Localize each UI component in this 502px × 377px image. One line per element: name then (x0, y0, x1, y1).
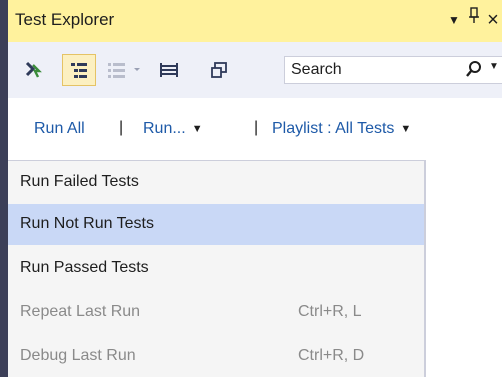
menu-item-label: Run Passed Tests (20, 259, 149, 276)
search-box: ▼ (284, 56, 502, 84)
group-by-flat-icon[interactable] (104, 54, 152, 86)
menu-item-shortcut: Ctrl+R, D (298, 347, 365, 364)
menu-item-debug-last-run[interactable]: Debug Last Run Ctrl+R, D (8, 336, 424, 377)
copy-window-icon[interactable] (206, 54, 232, 86)
run-all-link[interactable]: Run All (34, 120, 85, 138)
chevron-down-icon: ▼ (191, 123, 203, 135)
run-label: Run... (143, 120, 186, 137)
chevron-down-icon: ▼ (400, 123, 412, 135)
left-frame-strip (0, 0, 8, 377)
close-icon[interactable]: × (484, 6, 502, 34)
window-position-dropdown-icon[interactable]: ▼ (444, 6, 464, 34)
menu-item-label: Repeat Last Run (20, 303, 141, 320)
menu-item-run-failed-tests[interactable]: Run Failed Tests (8, 162, 424, 203)
run-dropdown-menu: Run Failed Tests Run Not Run Tests Run P… (8, 160, 426, 377)
menu-item-repeat-last-run[interactable]: Repeat Last Run Ctrl+R, L (8, 292, 424, 333)
playlist-icon[interactable] (156, 54, 182, 86)
window-title: Test Explorer (15, 10, 115, 29)
title-controls: ▼ × (444, 6, 502, 34)
search-input[interactable] (291, 60, 451, 80)
test-explorer-window: Test Explorer ▼ × Search ▼ Run All | Run… (8, 0, 502, 377)
search-icon[interactable] (465, 60, 483, 85)
separator: | (119, 119, 124, 136)
group-by-hierarchy-icon[interactable] (62, 54, 96, 86)
run-tests-icon[interactable] (22, 54, 46, 86)
menu-item-shortcut: Ctrl+R, L (298, 303, 362, 320)
run-dropdown[interactable]: Run... ▼ (143, 120, 203, 138)
title-bar: Test Explorer ▼ × (8, 0, 502, 42)
menu-item-label: Run Failed Tests (20, 173, 139, 190)
playlist-dropdown[interactable]: Playlist : All Tests ▼ (272, 120, 411, 138)
menu-item-run-passed-tests[interactable]: Run Passed Tests (8, 248, 424, 289)
menu-item-run-not-run-tests[interactable]: Run Not Run Tests (8, 204, 424, 245)
menu-item-label: Debug Last Run (20, 347, 136, 364)
separator: | (254, 119, 259, 136)
playlist-label: Playlist : All Tests (272, 120, 395, 137)
command-bar: Run All | Run... ▼ | Playlist : All Tests… (8, 98, 502, 160)
search-options-chevron-icon[interactable]: ▼ (489, 61, 499, 72)
menu-item-label: Run Not Run Tests (20, 215, 154, 232)
toolbar: ▼ (8, 42, 502, 98)
pin-icon[interactable] (464, 6, 484, 34)
